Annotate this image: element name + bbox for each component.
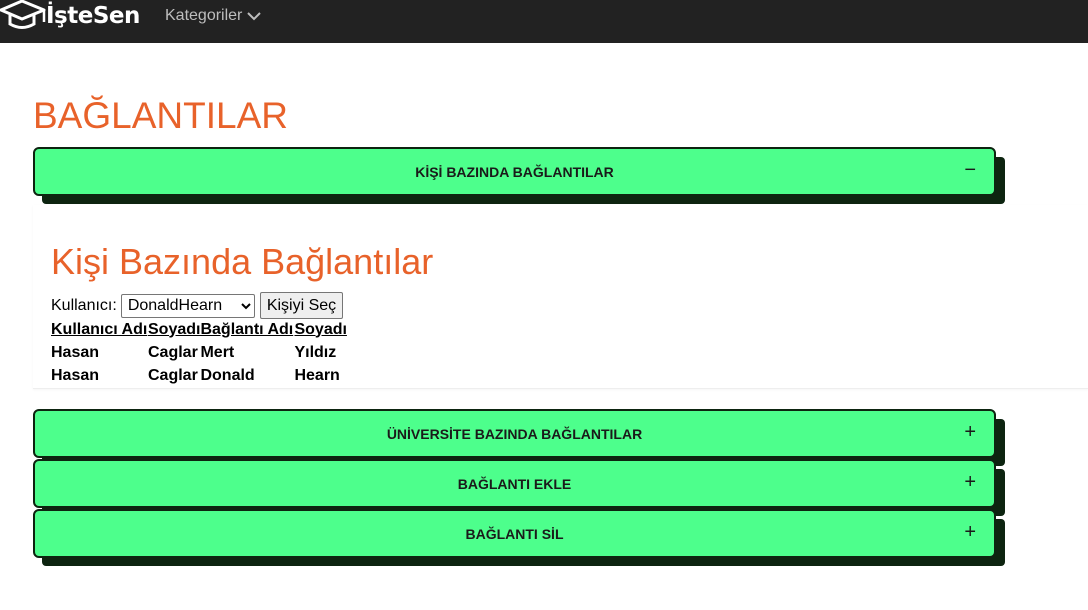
cell-username: Hasan	[51, 344, 100, 361]
chevron-down-icon	[247, 12, 262, 21]
cell-surname: Caglar	[148, 344, 198, 361]
accordion-toggle-university[interactable]: ÜNİVERSİTE BAZINDA BAĞLANTILAR +	[33, 409, 996, 458]
col-username: Kullanıcı Adı	[51, 320, 148, 338]
table-row: Hasan Caglar Donald Hearn	[51, 362, 347, 385]
cell-surname: Caglar	[148, 367, 198, 384]
graduation-cap-icon	[0, 0, 46, 29]
top-navbar: İşteSen Kategoriler	[0, 0, 1088, 43]
person-connections-panel: Kişi Bazında Bağlantılar Kullanıcı: Dona…	[33, 205, 1088, 389]
table-row: Hasan Caglar Mert Yıldız	[51, 339, 347, 362]
page-title: BAĞLANTILAR	[33, 95, 288, 136]
connections-table: Kullanıcı Adı Soyadı Bağlantı Adı Soyadı…	[51, 320, 347, 385]
plus-icon: +	[964, 521, 976, 543]
cell-connection-name: Donald	[200, 367, 255, 384]
accordion-toggle-add[interactable]: BAĞLANTI EKLE +	[33, 459, 996, 508]
col-connection-name: Bağlantı Adı	[200, 320, 294, 338]
brand-logo[interactable]: İşteSen	[0, 0, 140, 32]
user-label: Kullanıcı:	[51, 296, 117, 314]
accordion-toggle-person[interactable]: KİŞİ BAZINDA BAĞLANTILAR −	[33, 147, 996, 196]
minus-icon: −	[964, 159, 976, 181]
brand-name: İşteSen	[46, 3, 140, 29]
accordion-label: BAĞLANTI EKLE	[457, 475, 572, 492]
user-select-row: Kullanıcı: DonaldHearn Kişiyi Seç	[51, 292, 344, 319]
cell-connection-surname: Yıldız	[294, 344, 337, 361]
user-select[interactable]: DonaldHearn	[120, 293, 255, 318]
accordion-label: ÜNİVERSİTE BAZINDA BAĞLANTILAR	[386, 425, 643, 442]
select-person-button[interactable]: Kişiyi Seç	[259, 292, 344, 319]
accordion-label: KİŞİ BAZINDA BAĞLANTILAR	[415, 163, 614, 180]
accordion-label: BAĞLANTI SİL	[465, 525, 564, 542]
categories-label: Kategoriler	[165, 7, 243, 24]
panel-title: Kişi Bazında Bağlantılar	[51, 241, 434, 282]
cell-connection-surname: Hearn	[294, 367, 340, 384]
cell-username: Hasan	[51, 367, 100, 384]
categories-dropdown[interactable]: Kategoriler	[165, 0, 262, 32]
col-surname: Soyadı	[148, 320, 201, 338]
cell-connection-name: Mert	[200, 344, 235, 361]
col-connection-surname: Soyadı	[294, 320, 347, 338]
accordion-toggle-delete[interactable]: BAĞLANTI SİL +	[33, 509, 996, 558]
plus-icon: +	[964, 471, 976, 493]
plus-icon: +	[964, 421, 976, 443]
table-header-row: Kullanıcı Adı Soyadı Bağlantı Adı Soyadı	[51, 320, 347, 339]
